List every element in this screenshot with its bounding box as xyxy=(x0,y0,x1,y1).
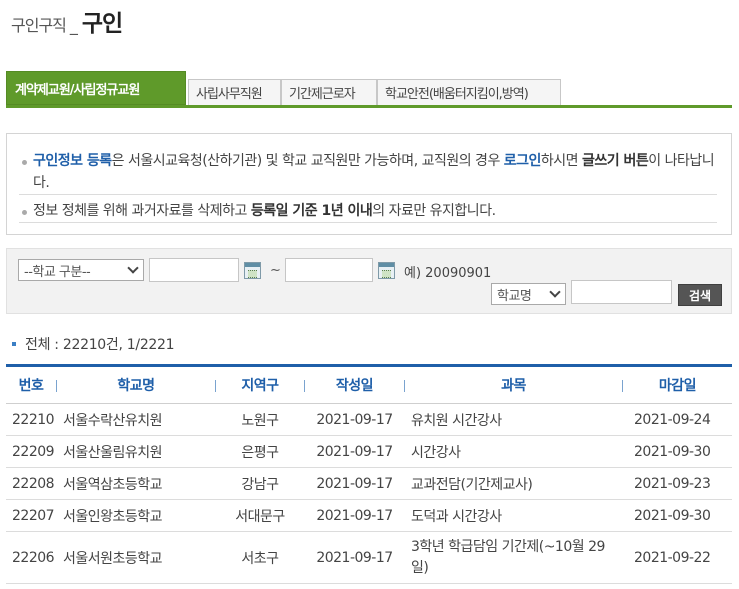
notice-text: 정보 정체를 위해 과거자료를 삭제하고 xyxy=(33,203,251,219)
row-subject-link[interactable]: 시간강사 xyxy=(411,436,461,467)
row-number: 22206 xyxy=(12,549,55,566)
row-written-date: 2021-09-17 xyxy=(316,507,393,524)
notice-register-info: 구인정보 등록 xyxy=(33,153,112,169)
date-range-tilde: ~ xyxy=(270,263,281,278)
row-school-link[interactable]: 서울인왕초등학교 xyxy=(63,500,163,531)
row-district: 은평구 xyxy=(241,444,279,461)
table-row[interactable]: 22208 서울역삼초등학교 강남구 2021-09-17 교과전담(기간제교사… xyxy=(6,468,732,500)
row-deadline: 2021-09-24 xyxy=(634,411,711,428)
notice-write-button-text: 글쓰기 버튼 xyxy=(582,153,649,169)
row-school-link[interactable]: 서울수락산유치원 xyxy=(63,404,163,435)
tab-school-safety[interactable]: 학교안전(배움터지킴이,방역) xyxy=(377,79,561,105)
row-district: 강남구 xyxy=(241,476,279,493)
table-header: 번호 학교명 지역구 작성일 과목 마감일 xyxy=(6,364,732,404)
row-subject-link[interactable]: 3학년 학급담임 기간제(~10월 29일) xyxy=(411,532,616,583)
notice-login-link[interactable]: 로그인 xyxy=(504,153,542,169)
calendar-icon[interactable] xyxy=(244,262,261,279)
row-written-date: 2021-09-17 xyxy=(316,549,393,566)
row-subject-link[interactable]: 유치원 시간강사 xyxy=(411,404,502,435)
table-row[interactable]: 22209 서울산울림유치원 은평구 2021-09-17 시간강사 2021-… xyxy=(6,436,732,468)
search-field-select-value: 학교명 xyxy=(497,288,532,304)
header-district: 지역구 xyxy=(241,378,279,394)
header-subject: 과목 xyxy=(501,378,526,394)
row-number: 22207 xyxy=(12,507,55,524)
row-deadline: 2021-09-30 xyxy=(634,443,711,460)
header-written-date: 작성일 xyxy=(335,378,374,394)
row-written-date: 2021-09-17 xyxy=(316,475,393,492)
calendar-icon[interactable] xyxy=(378,262,395,279)
notice-text: 의 자료만 유지합니다. xyxy=(372,203,496,219)
search-keyword-input[interactable] xyxy=(571,280,672,304)
row-district: 서초구 xyxy=(241,550,279,567)
header-number: 번호 xyxy=(18,378,44,394)
search-panel: --학교 구분-- ~ 예) 20090901 학교명 검색 xyxy=(6,248,732,314)
total-count-text: 전체 : 22210건, 1/2221 xyxy=(25,337,175,353)
notice-line-1: 구인정보 등록은 서울시교육청(산하기관) 및 학교 교직원만 가능하며, 교직… xyxy=(19,150,717,195)
row-district: 노원구 xyxy=(241,412,279,429)
square-bullet-icon xyxy=(12,342,16,346)
category-tabs: 계약제교원/사립정규교원 사립사무직원 기간제근로자 학교안전(배움터지킴이,방… xyxy=(6,71,732,108)
tab-private-staff[interactable]: 사립사무직원 xyxy=(188,79,281,105)
page-title-main: 구인 xyxy=(81,11,123,37)
notice-line-2: 정보 정체를 위해 과거자료를 삭제하고 등록일 기준 1년 이내의 자료만 유… xyxy=(19,200,717,223)
bullet-icon xyxy=(22,160,27,165)
table-row[interactable]: 22207 서울인왕초등학교 서대문구 2021-09-17 도덕과 시간강사 … xyxy=(6,500,732,532)
chevron-down-icon xyxy=(549,286,561,298)
row-deadline: 2021-09-22 xyxy=(634,549,711,566)
row-number: 22210 xyxy=(12,411,55,428)
row-written-date: 2021-09-17 xyxy=(316,443,393,460)
date-to-input[interactable] xyxy=(285,258,373,282)
row-written-date: 2021-09-17 xyxy=(316,411,393,428)
notice-box: 구인정보 등록은 서울시교육청(산하기관) 및 학교 교직원만 가능하며, 교직… xyxy=(6,133,732,235)
row-deadline: 2021-09-30 xyxy=(634,507,711,524)
notice-retention-period: 등록일 기준 1년 이내 xyxy=(250,203,373,219)
search-button[interactable]: 검색 xyxy=(678,284,722,306)
page-title-separator: _ xyxy=(69,16,78,35)
header-deadline: 마감일 xyxy=(658,378,697,394)
table-row[interactable]: 22210 서울수락산유치원 노원구 2021-09-17 유치원 시간강사 2… xyxy=(6,404,732,436)
row-school-link[interactable]: 서울역삼초등학교 xyxy=(63,468,163,499)
tab-contract-teacher[interactable]: 계약제교원/사립정규교원 xyxy=(6,71,186,105)
row-number: 22208 xyxy=(12,475,55,492)
notice-text: 하시면 xyxy=(540,153,583,169)
total-count: 전체 : 22210건, 1/2221 xyxy=(12,334,175,354)
school-type-select[interactable]: --학교 구분-- xyxy=(18,259,144,281)
tab-fixed-term-worker[interactable]: 기간제근로자 xyxy=(281,79,377,105)
row-deadline: 2021-09-23 xyxy=(634,475,711,492)
school-type-select-value: --학교 구분-- xyxy=(24,264,91,280)
chevron-down-icon xyxy=(127,262,139,274)
search-field-select[interactable]: 학교명 xyxy=(491,283,566,305)
bullet-icon xyxy=(22,210,27,215)
row-number: 22209 xyxy=(12,443,55,460)
row-school-link[interactable]: 서울서원초등학교 xyxy=(63,532,163,583)
notice-text: 은 서울시교육청(산하기관) 및 학교 교직원만 가능하며, 교직원의 경우 xyxy=(111,153,504,169)
date-from-input[interactable] xyxy=(149,258,239,282)
page-title-crumb: 구인구직 xyxy=(11,16,67,35)
row-school-link[interactable]: 서울산울림유치원 xyxy=(63,436,163,467)
row-subject-link[interactable]: 교과전담(기간제교사) xyxy=(411,468,533,499)
job-listing-table: 번호 학교명 지역구 작성일 과목 마감일 22210 서울수락산유치원 노원구… xyxy=(6,364,732,584)
row-district: 서대문구 xyxy=(235,508,285,525)
date-format-example: 예) 20090901 xyxy=(404,266,492,281)
table-row[interactable]: 22206 서울서원초등학교 서초구 2021-09-17 3학년 학급담임 기… xyxy=(6,532,732,584)
page-title: 구인구직 _ 구인 xyxy=(11,4,123,37)
header-school: 학교명 xyxy=(117,378,155,394)
row-subject-link[interactable]: 도덕과 시간강사 xyxy=(411,500,502,531)
